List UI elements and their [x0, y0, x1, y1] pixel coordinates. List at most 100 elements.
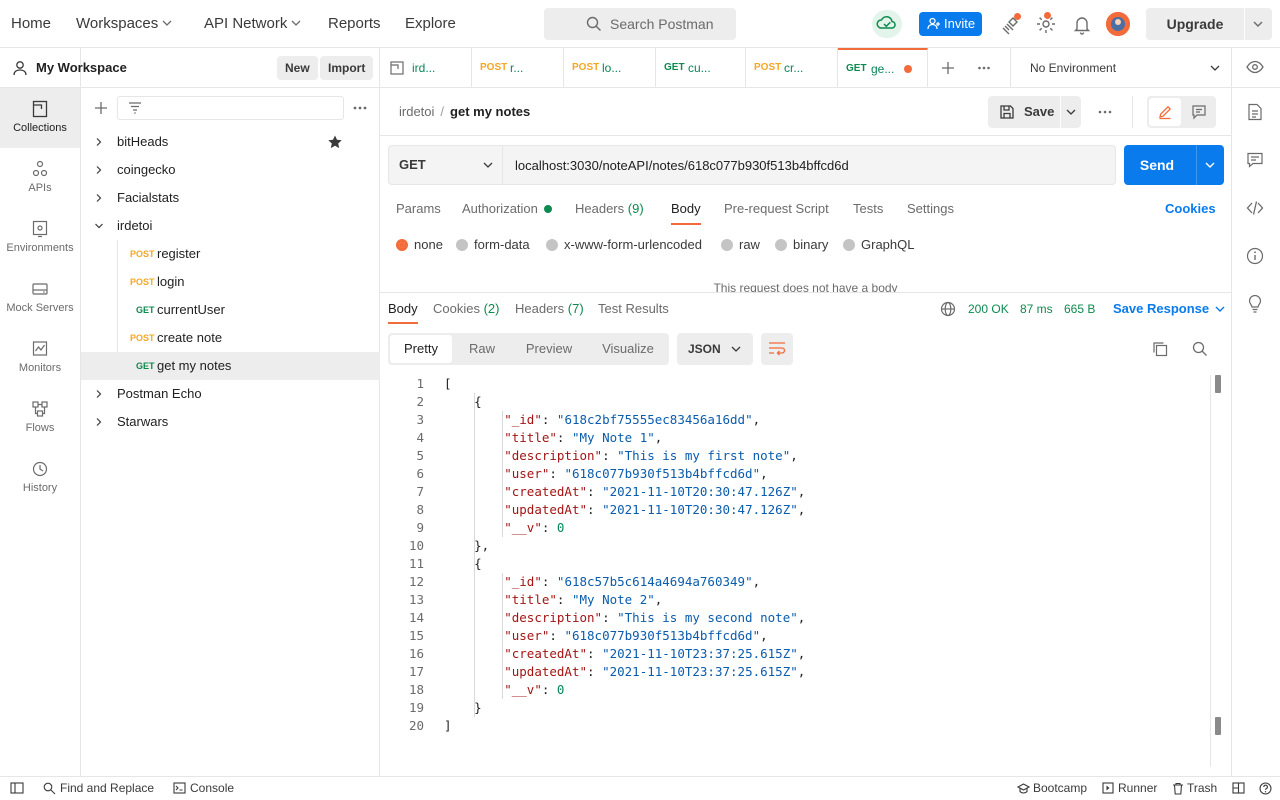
collection-irdetoi[interactable]: irdetoi — [81, 212, 380, 240]
status-code[interactable]: 200 OK — [968, 294, 1009, 324]
format-preview[interactable]: Preview — [512, 333, 586, 365]
chevron-right-icon[interactable] — [95, 166, 103, 174]
chevron-right-icon[interactable] — [95, 138, 103, 146]
copy-icon[interactable] — [1152, 341, 1168, 357]
search-icon[interactable] — [1192, 341, 1208, 357]
chevron-right-icon[interactable] — [95, 390, 103, 398]
request-title[interactable]: get my notes — [450, 104, 530, 119]
eye-icon[interactable] — [1246, 60, 1264, 74]
url-input[interactable] — [503, 145, 1116, 185]
bell-icon[interactable] — [1070, 12, 1094, 36]
scrollbar-thumb-top[interactable] — [1215, 375, 1221, 393]
request-create-note[interactable]: POST create note — [81, 324, 380, 352]
import-button[interactable]: Import — [320, 56, 374, 80]
chevron-down-icon[interactable] — [1252, 18, 1264, 30]
plus-icon[interactable] — [93, 100, 109, 116]
tab-body[interactable]: Body — [671, 193, 701, 225]
method-select[interactable]: GET — [388, 145, 503, 185]
collection-facialstats[interactable]: Facialstats — [81, 184, 380, 212]
request-login[interactable]: POST login — [81, 268, 380, 296]
search-postman-input[interactable]: Search Postman — [544, 8, 736, 40]
nav-workspaces[interactable]: Workspaces — [76, 0, 172, 48]
info-icon[interactable] — [1246, 247, 1264, 265]
more-options-icon[interactable] — [352, 100, 368, 116]
save-response-button[interactable]: Save Response — [1113, 294, 1225, 324]
body-type-none[interactable]: none — [396, 236, 443, 254]
body-type-raw[interactable]: raw — [721, 236, 760, 254]
format-visualize[interactable]: Visualize — [588, 333, 668, 365]
environment-select[interactable]: No Environment — [1030, 48, 1116, 88]
filter-input[interactable] — [117, 96, 344, 120]
response-tab-headers[interactable]: Headers (7) — [515, 294, 584, 324]
more-options-icon[interactable] — [1097, 105, 1113, 119]
avatar[interactable] — [1106, 12, 1130, 36]
documentation-icon[interactable] — [1246, 103, 1264, 121]
response-tab-cookies[interactable]: Cookies (2) — [433, 294, 499, 324]
chevron-right-icon[interactable] — [95, 194, 103, 202]
scrollbar-thumb-bottom[interactable] — [1215, 717, 1221, 735]
nav-explore[interactable]: Explore — [405, 0, 456, 48]
tab-headers[interactable]: Headers (9) — [575, 193, 644, 225]
pane-divider[interactable] — [380, 292, 1231, 293]
editor-scrollbar[interactable] — [1210, 375, 1222, 767]
rail-apis[interactable]: APIs — [0, 148, 80, 208]
comments-icon[interactable] — [1246, 151, 1264, 169]
rail-environments[interactable]: Environments — [0, 208, 80, 268]
rail-mock-servers[interactable]: Mock Servers — [0, 268, 80, 328]
globe-icon[interactable] — [940, 301, 956, 317]
request-get-my-notes[interactable]: GET get my notes — [81, 352, 380, 380]
comment-icon[interactable] — [1191, 104, 1207, 120]
collection-postman-echo[interactable]: Postman Echo — [81, 380, 380, 408]
star-icon[interactable] — [327, 134, 343, 150]
cloud-sync-icon[interactable] — [872, 10, 902, 38]
chevron-right-icon[interactable] — [95, 418, 103, 426]
wrap-lines-button[interactable] — [761, 333, 793, 365]
rail-history[interactable]: History — [0, 448, 80, 508]
body-type-graphql[interactable]: GraphQL — [843, 236, 914, 254]
response-body-editor[interactable]: 1[2 {3 "_id": "618c2bf75555ec83456a16dd"… — [380, 375, 1210, 767]
settings-gear-icon[interactable] — [1034, 12, 1058, 36]
tab-pre-request-script[interactable]: Pre-request Script — [724, 193, 829, 225]
new-button[interactable]: New — [277, 56, 318, 80]
nav-home[interactable]: Home — [11, 0, 51, 48]
breadcrumb-collection[interactable]: irdetoi — [399, 104, 434, 119]
collection-bitheads[interactable]: bitHeads — [81, 128, 380, 156]
response-time[interactable]: 87 ms — [1020, 294, 1053, 324]
tab-post-create-note[interactable]: POST cr... — [746, 48, 838, 88]
nav-reports[interactable]: Reports — [328, 0, 381, 48]
upgrade-button[interactable]: Upgrade — [1146, 8, 1272, 40]
tab-authorization[interactable]: Authorization — [462, 193, 552, 225]
code-icon[interactable] — [1246, 199, 1264, 217]
more-options-icon[interactable] — [977, 61, 991, 75]
lightbulb-icon[interactable] — [1246, 295, 1264, 313]
response-tab-body[interactable]: Body — [388, 294, 418, 324]
request-register[interactable]: POST register — [81, 240, 380, 268]
edit-mode-button[interactable] — [1149, 98, 1181, 126]
tab-get-my-notes[interactable]: GET ge... — [838, 48, 928, 88]
tab-post-register[interactable]: POST r... — [472, 48, 564, 88]
format-pretty[interactable]: Pretty — [390, 335, 452, 363]
chevron-down-icon[interactable] — [95, 222, 103, 230]
rail-collections[interactable]: Collections — [0, 88, 80, 148]
invite-button[interactable]: Invite — [919, 12, 982, 36]
request-currentuser[interactable]: GET currentUser — [81, 296, 380, 324]
tab-params[interactable]: Params — [396, 193, 441, 225]
rail-monitors[interactable]: Monitors — [0, 328, 80, 388]
plus-icon[interactable] — [941, 61, 955, 75]
tab-irdetoi[interactable]: ird... — [380, 48, 472, 88]
response-size[interactable]: 665 B — [1064, 294, 1095, 324]
response-tab-test-results[interactable]: Test Results — [598, 294, 669, 324]
rail-flows[interactable]: Flows — [0, 388, 80, 448]
collection-starwars[interactable]: Starwars — [81, 408, 380, 436]
format-raw[interactable]: Raw — [454, 333, 510, 365]
body-type-form-data[interactable]: form-data — [456, 236, 530, 254]
chevron-down-icon[interactable] — [1204, 160, 1216, 170]
workspace-name[interactable]: My Workspace — [36, 48, 127, 88]
nav-api-network[interactable]: API Network — [204, 0, 301, 48]
cookies-link[interactable]: Cookies — [1165, 193, 1216, 225]
satellite-icon[interactable] — [999, 12, 1023, 36]
body-type-binary[interactable]: binary — [775, 236, 828, 254]
send-button[interactable]: Send — [1124, 145, 1224, 185]
tab-tests[interactable]: Tests — [853, 193, 883, 225]
chevron-down-icon[interactable] — [1065, 107, 1077, 117]
